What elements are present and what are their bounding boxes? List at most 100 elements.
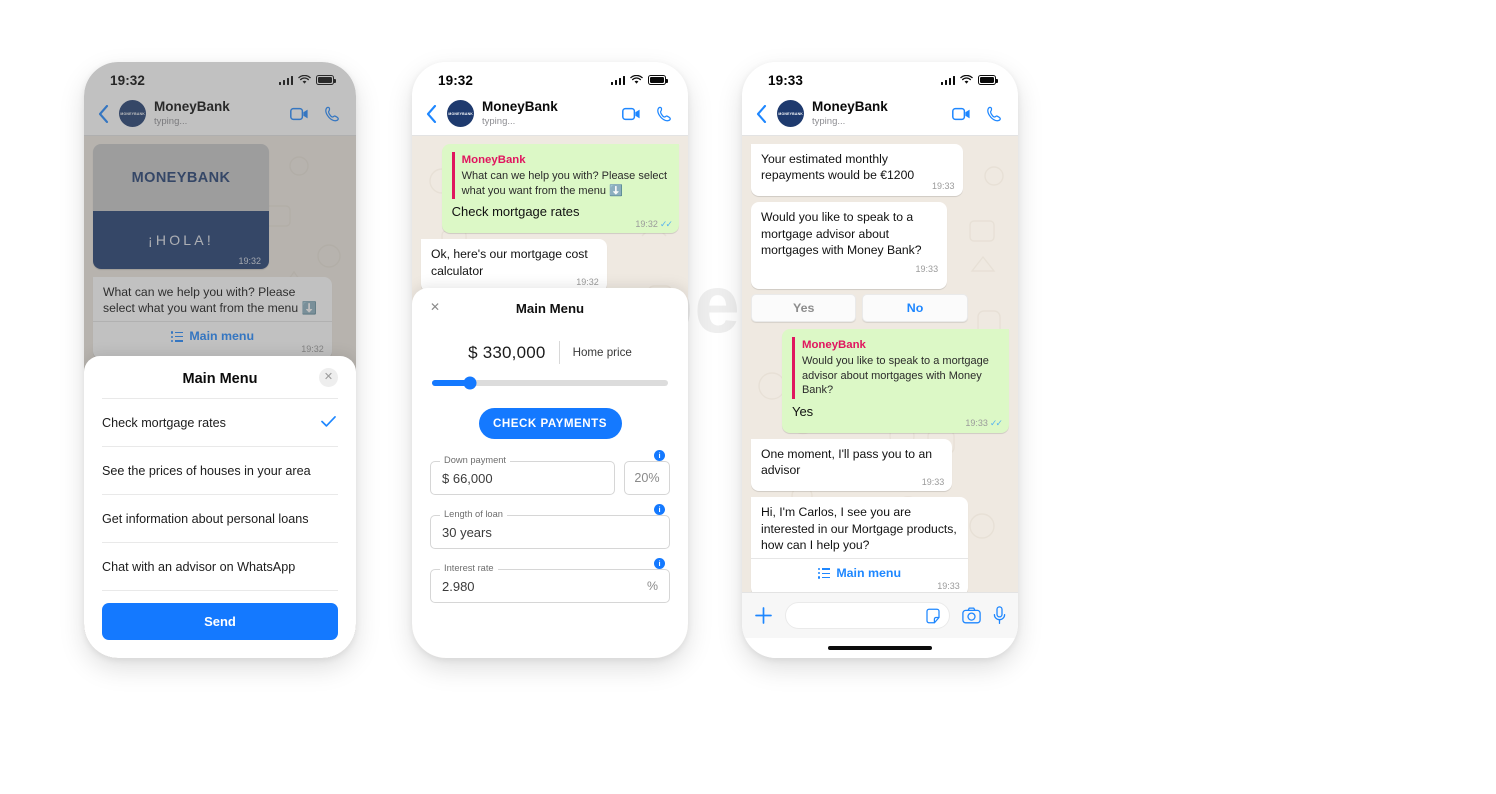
avatar[interactable]: MONEYBANK <box>777 100 804 127</box>
back-chevron-icon[interactable] <box>421 104 441 123</box>
header-actions <box>952 106 1003 122</box>
field-suffix: % <box>646 579 658 593</box>
sheet-divider <box>102 590 338 591</box>
phone-call-icon[interactable] <box>987 106 1003 122</box>
timestamp: 19:33 <box>937 580 960 591</box>
quick-reply-yes-button[interactable]: Yes <box>751 294 857 323</box>
message-input[interactable] <box>785 602 950 629</box>
message-text: Your estimated monthly repayments would … <box>761 152 915 183</box>
video-call-icon[interactable] <box>622 107 641 121</box>
field-row: Down payment $ 66,000 20% <box>430 455 670 495</box>
home-indicator-area <box>742 638 1018 658</box>
home-price-value: $ 330,000 <box>468 342 546 362</box>
contact-name: MoneyBank <box>482 99 558 115</box>
contact-info[interactable]: MoneyBank typing... <box>482 100 622 126</box>
down-payment-group: i Down payment $ 66,000 20% <box>430 450 670 495</box>
info-icon[interactable]: i <box>654 558 665 569</box>
info-icon[interactable]: i <box>654 504 665 515</box>
bubble-incoming: Would you like to speak to a mortgage ad… <box>751 202 948 290</box>
field-label: Interest rate <box>440 563 498 573</box>
menu-option[interactable]: Get information about personal loans <box>102 494 338 542</box>
down-payment-field[interactable]: Down payment $ 66,000 <box>430 455 615 495</box>
message-composer <box>742 592 1018 638</box>
check-payments-button[interactable]: CHECK PAYMENTS <box>478 408 622 439</box>
field-value: 20% <box>634 471 660 485</box>
quoted-author: MoneyBank <box>461 154 526 166</box>
home-price-label: Home price <box>572 346 632 359</box>
screenshot-canvas: hubtype 19:32 <box>0 0 1496 794</box>
field-label: Down payment <box>440 455 511 465</box>
read-receipt-icon: ✓✓ <box>989 418 1003 429</box>
divider <box>558 341 560 364</box>
menu-option-label: Check mortgage rates <box>102 416 226 430</box>
status-bar: 19:32 <box>412 62 688 92</box>
header-actions <box>622 106 673 122</box>
camera-icon[interactable] <box>962 607 981 624</box>
menu-option[interactable]: Chat with an advisor on WhatsApp <box>102 542 338 590</box>
plus-icon[interactable] <box>754 606 773 625</box>
timestamp-text: 19:33 <box>965 418 988 429</box>
phone-1: 19:32 MONEYBANK MoneyBank typing... MONE… <box>84 62 356 658</box>
contact-info[interactable]: MoneyBank typing... <box>812 100 952 126</box>
contact-status: typing... <box>482 115 516 127</box>
sheet-header: Main Menu ✕ <box>102 368 338 398</box>
sheet-title: Main Menu <box>182 371 258 387</box>
close-icon[interactable]: ✕ <box>430 300 440 314</box>
field-value: $ 66,000 <box>442 470 493 486</box>
phone-2: 19:32 MONEYBANK MoneyBank typing... Mone… <box>412 62 688 658</box>
down-payment-percent-field[interactable]: 20% <box>624 461 670 495</box>
menu-option[interactable]: See the prices of houses in your area <box>102 446 338 494</box>
main-menu-link[interactable]: Main menu <box>751 558 968 589</box>
list-icon <box>818 568 831 579</box>
status-time: 19:32 <box>438 72 474 88</box>
quick-reply-no-button[interactable]: No <box>862 294 968 323</box>
phone-1-screen: 19:32 MONEYBANK MoneyBank typing... MONE… <box>84 62 356 658</box>
bubble-outgoing: MoneyBank What can we help you with? Ple… <box>441 144 679 234</box>
microphone-icon[interactable] <box>993 606 1006 625</box>
bubble-incoming: One moment, I'll pass you to an advisor … <box>751 439 953 492</box>
avatar-label: MONEYBANK <box>448 111 473 116</box>
slider-knob[interactable] <box>463 376 477 390</box>
contact-status: typing... <box>812 115 846 127</box>
message-text: Hi, I'm Carlos, I see you are interested… <box>761 505 957 552</box>
quick-reply-row: Yes No <box>751 294 968 323</box>
interest-rate-field[interactable]: Interest rate 2.980 % <box>430 563 670 603</box>
quoted-text: Would you like to speak to a mortgage ad… <box>801 355 989 397</box>
menu-option-label: Chat with an advisor on WhatsApp <box>102 560 296 574</box>
status-indicators <box>940 75 998 85</box>
menu-option[interactable]: Check mortgage rates <box>102 398 338 446</box>
timestamp-text: 19:32 <box>635 218 658 229</box>
calculator-header: ✕ Main Menu <box>430 299 670 325</box>
sticker-icon[interactable] <box>925 608 941 624</box>
battery-icon <box>978 75 998 85</box>
home-indicator <box>828 645 932 651</box>
bubble-incoming: Your estimated monthly repayments would … <box>751 144 963 197</box>
cellular-signal-icon <box>610 75 625 85</box>
quoted-text: What can we help you with? Please select… <box>461 170 668 197</box>
timestamp: 19:33 <box>915 264 939 275</box>
message-text: Ok, here's our mortgage cost calculator <box>431 247 588 278</box>
info-icon[interactable]: i <box>654 450 665 461</box>
main-menu-label: Main menu <box>836 566 902 581</box>
timestamp: 19:33 <box>921 476 945 487</box>
check-icon <box>321 415 336 430</box>
quoted-message: MoneyBank Would you like to speak to a m… <box>791 337 1000 399</box>
home-price-slider[interactable] <box>432 376 668 390</box>
phone-2-screen: 19:32 MONEYBANK MoneyBank typing... Mone… <box>412 62 688 658</box>
status-indicators <box>610 75 668 85</box>
back-chevron-icon[interactable] <box>751 104 771 123</box>
avatar[interactable]: MONEYBANK <box>447 100 474 127</box>
length-of-loan-field[interactable]: Length of loan 30 years <box>430 509 670 549</box>
contact-name: MoneyBank <box>812 99 888 115</box>
phone-3-screen: 19:33 MONEYBANK MoneyBank typing... Your… <box>742 62 1018 658</box>
video-call-icon[interactable] <box>952 107 971 121</box>
phone-call-icon[interactable] <box>657 106 673 122</box>
timestamp: 19:33 <box>932 181 955 192</box>
close-icon[interactable]: ✕ <box>319 368 338 387</box>
send-button[interactable]: Send <box>102 603 338 640</box>
chat-header: MONEYBANK MoneyBank typing... <box>412 92 688 136</box>
field-label: Length of loan <box>440 509 507 519</box>
quoted-message: MoneyBank What can we help you with? Ple… <box>451 152 670 200</box>
menu-option-label: See the prices of houses in your area <box>102 464 311 478</box>
battery-icon <box>648 75 668 85</box>
